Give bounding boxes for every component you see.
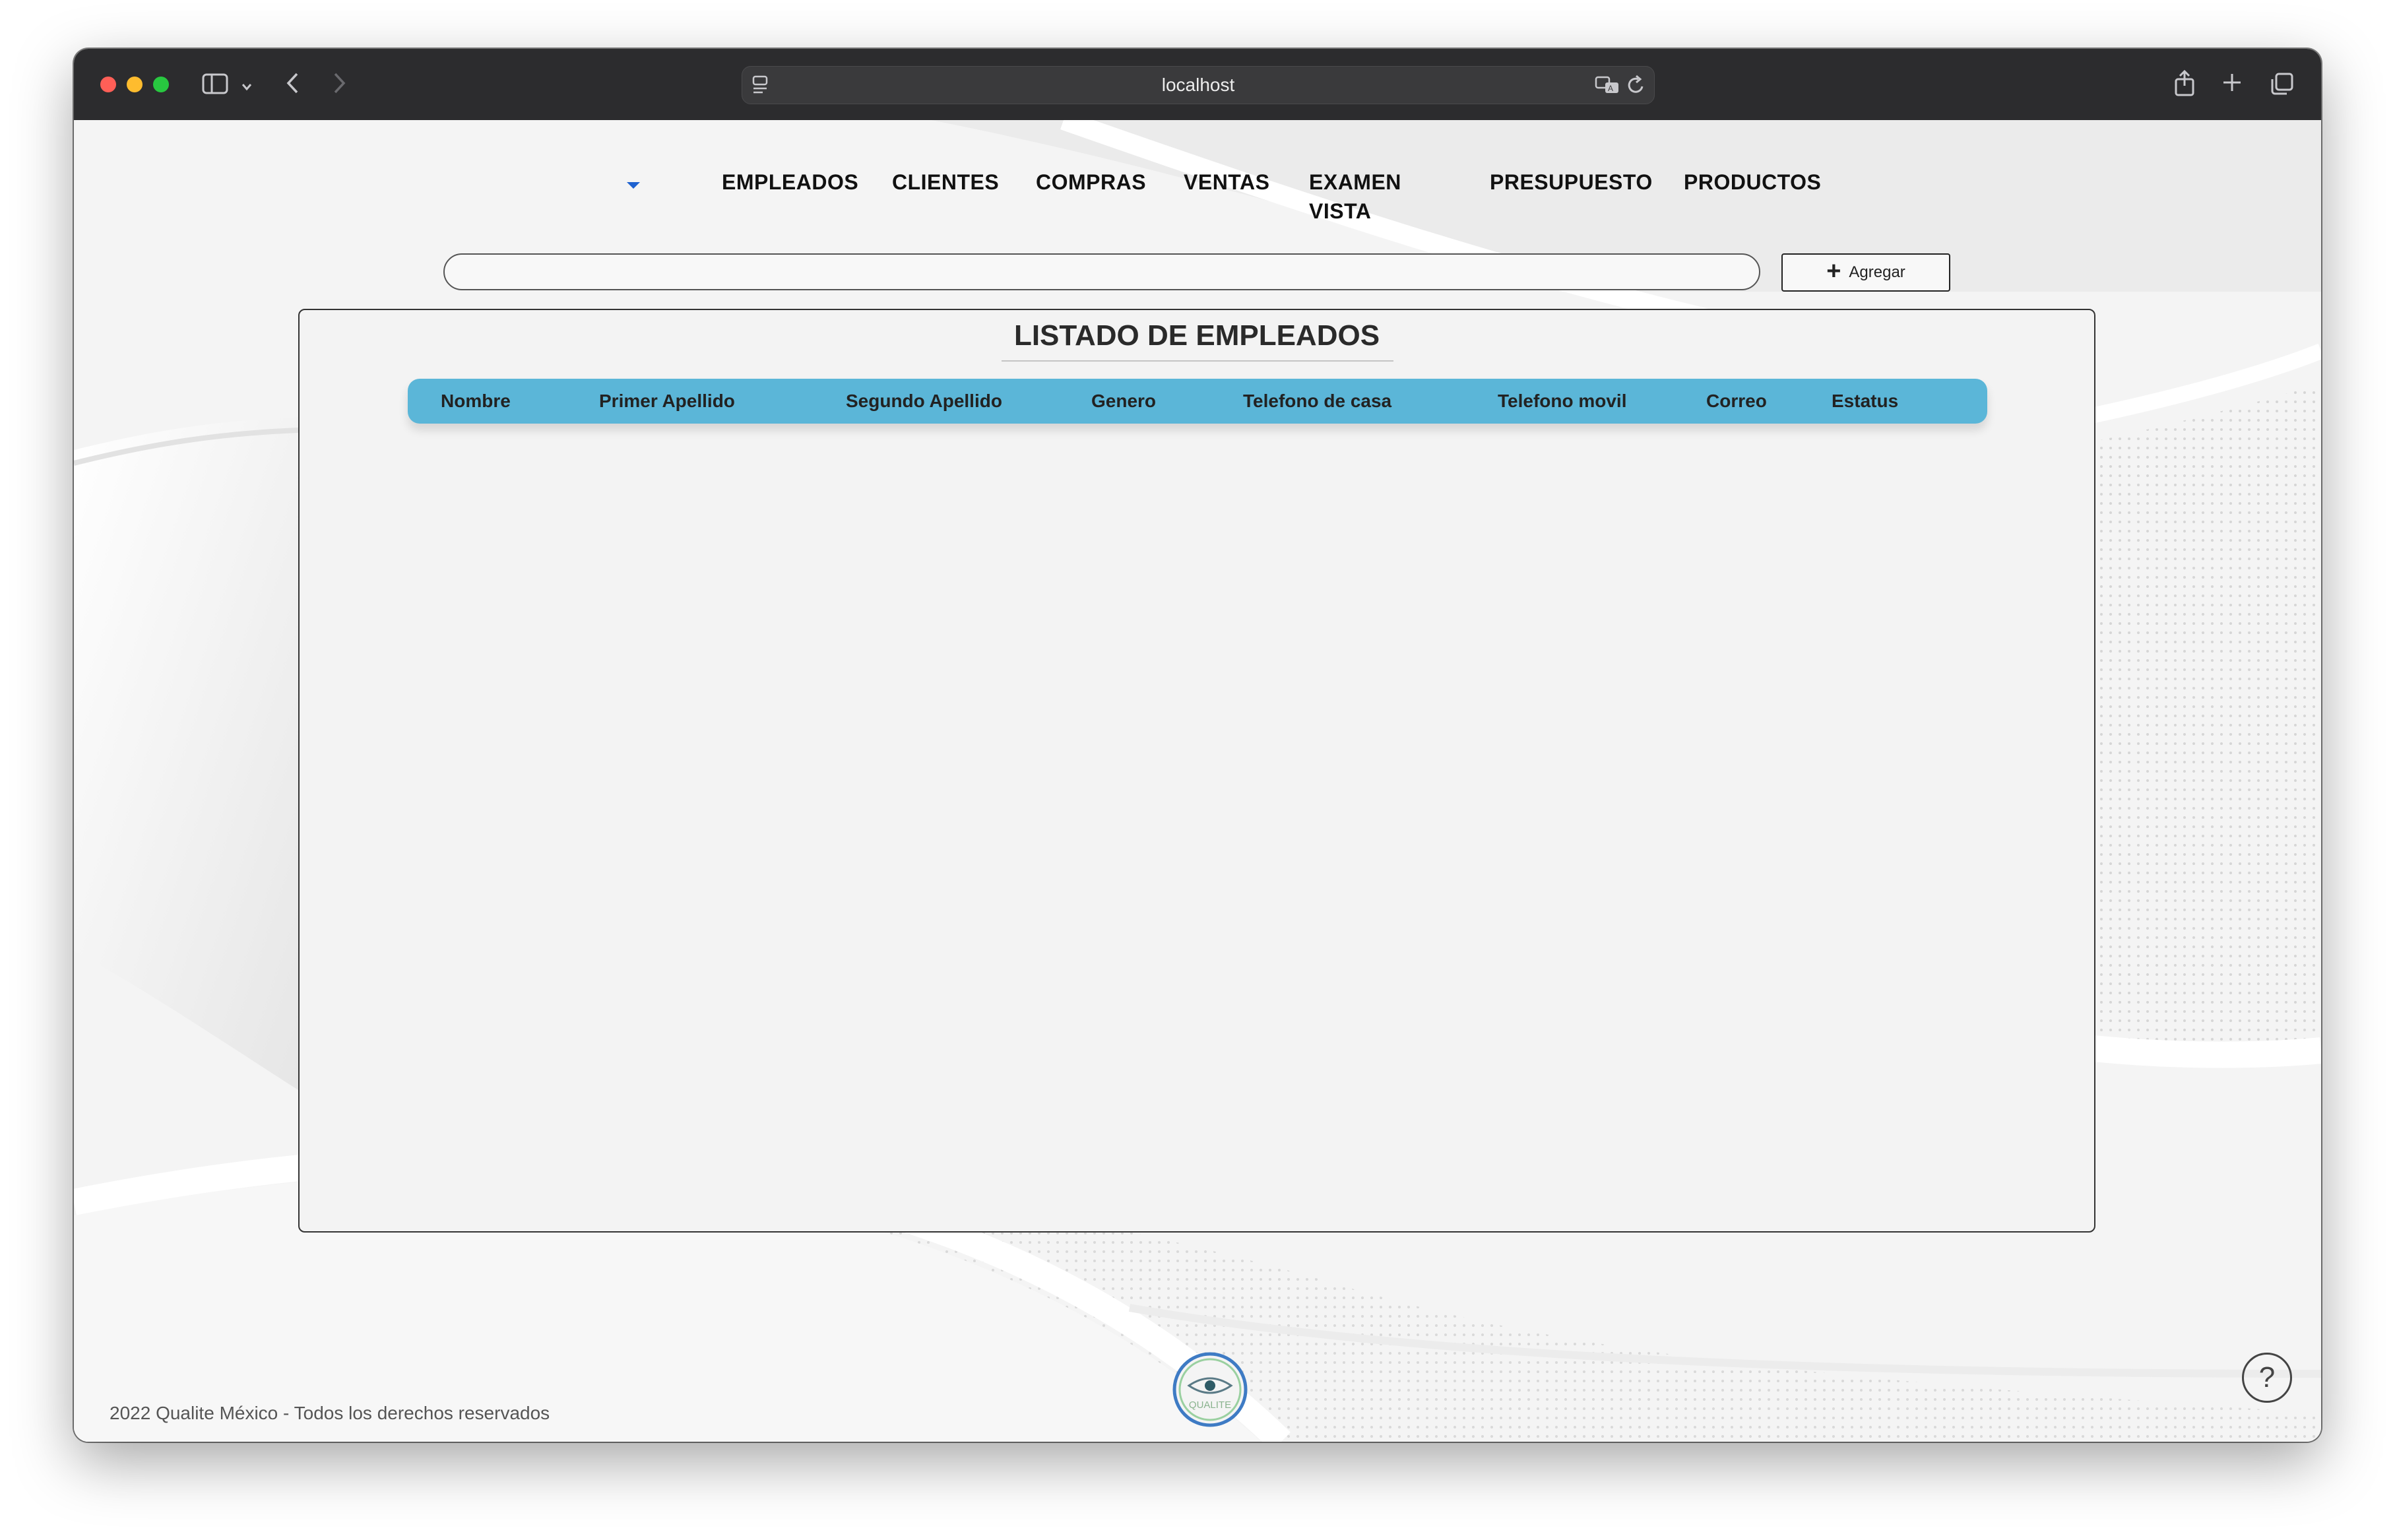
title-underline [1002,360,1393,362]
address-bar[interactable]: localhost A [742,66,1655,104]
add-button[interactable]: + Agregar [1781,253,1950,292]
qualite-logo: QUALITE [1172,1351,1248,1431]
search-input[interactable] [443,253,1760,290]
nav-item-compras[interactable]: COMPRAS [1036,168,1146,197]
nav-item-empleados[interactable]: EMPLEADOS [722,168,858,197]
browser-titlebar: localhost A [74,49,2321,121]
page-content: EMPLEADOS CLIENTES COMPRAS VENTAS EXAMEN… [74,120,2321,1442]
logo-text: QUALITE [1189,1399,1231,1411]
chevron-left-icon[interactable] [285,71,301,99]
browser-window: localhost A EMPLEADOS CLIENTES COMPRAS V… [74,49,2321,1442]
caret-down-icon[interactable] [627,182,640,189]
chevron-down-icon[interactable] [240,75,253,98]
reload-icon[interactable] [1626,75,1646,100]
tabs-overview-icon[interactable] [2270,71,2295,100]
plus-icon: + [1826,257,1841,285]
help-button[interactable]: ? [2242,1353,2292,1403]
sidebar-icon[interactable] [202,73,228,99]
column-header-genero[interactable]: Genero [1091,391,1156,412]
share-icon[interactable] [2173,69,2196,102]
minimize-window-button[interactable] [127,77,143,92]
column-header-nombre[interactable]: Nombre [441,391,511,412]
address-url[interactable]: localhost [742,75,1654,96]
footer-copyright: 2022 Qualite México - Todos los derechos… [110,1403,550,1423]
plus-icon[interactable] [2221,71,2243,98]
svg-text:A: A [1608,84,1613,93]
nav-item-clientes[interactable]: CLIENTES [892,168,999,197]
column-header-estatus[interactable]: Estatus [1832,391,1898,412]
column-header-telefono-movil[interactable]: Telefono movil [1498,391,1627,412]
nav-item-presupuesto[interactable]: PRESUPUESTO [1490,168,1653,197]
nav-item-productos[interactable]: PRODUCTOS [1684,168,1821,197]
zoom-window-button[interactable] [153,77,169,92]
panel-title: LISTADO DE EMPLEADOS [1013,319,1380,352]
column-header-telefono-casa[interactable]: Telefono de casa [1243,391,1391,412]
column-header-correo[interactable]: Correo [1706,391,1767,412]
table-header: Nombre Primer Apellido Segundo Apellido … [408,379,1987,424]
add-button-label: Agregar [1849,263,1905,281]
column-header-primer-apellido[interactable]: Primer Apellido [599,391,735,412]
nav-item-examen-vista[interactable]: EXAMEN VISTA [1309,168,1401,226]
column-header-segundo-apellido[interactable]: Segundo Apellido [846,391,1002,412]
translate-icon[interactable]: A [1595,75,1621,100]
employees-panel: LISTADO DE EMPLEADOS Nombre Primer Apell… [298,309,2095,1233]
close-window-button[interactable] [100,77,116,92]
nav-item-ventas[interactable]: VENTAS [1184,168,1269,197]
chevron-right-icon[interactable] [331,71,347,99]
